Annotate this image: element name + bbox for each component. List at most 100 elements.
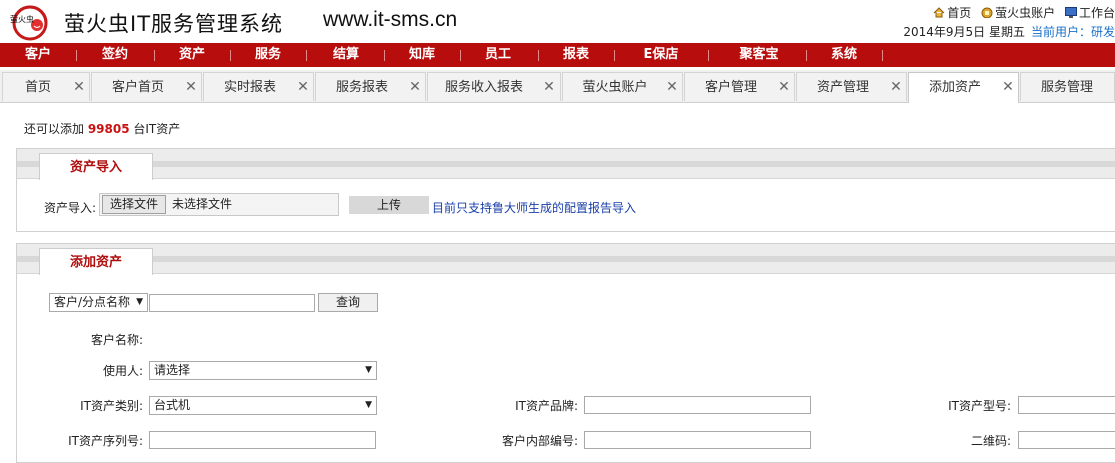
- nav-item-reports[interactable]: 报表: [554, 43, 598, 67]
- tab-strip: 首页 ✕ 客户首页 ✕ 实时报表 ✕ 服务报表 ✕ 服务收入报表 ✕ 萤火虫账户…: [0, 70, 1115, 103]
- nav-item-settlement[interactable]: 结算: [324, 43, 368, 67]
- import-panel: 资产导入: [16, 148, 1115, 232]
- home-icon: [933, 7, 945, 18]
- tab-add-asset[interactable]: 添加资产 ✕: [908, 72, 1019, 103]
- top-link-home[interactable]: 首页: [933, 6, 975, 20]
- dropdown-arrow-icon: ▼: [136, 297, 143, 307]
- quota-count: 99805: [87, 122, 130, 136]
- top-link-workbench[interactable]: 工作台: [1064, 6, 1115, 20]
- panel-header: [17, 244, 1115, 274]
- serial-label: IT资产序列号:: [68, 434, 143, 448]
- top-link-account[interactable]: 萤火虫账户: [981, 6, 1059, 20]
- qrcode-input[interactable]: [1018, 431, 1115, 449]
- close-icon[interactable]: ✕: [73, 73, 85, 102]
- nav-item-knowledge[interactable]: 知库: [400, 43, 444, 67]
- user-select[interactable]: 请选择 ▼: [149, 361, 377, 380]
- tab-label: 添加资产: [928, 80, 981, 95]
- file-picker[interactable]: 选择文件 未选择文件: [99, 193, 339, 216]
- panel-tab-add-asset[interactable]: 添加资产: [39, 248, 153, 275]
- header: 萤火虫 萤火虫IT服务管理系统 www.it-sms.cn 首页 萤火虫账户 工…: [0, 0, 1115, 44]
- tab-label: 萤火虫账户: [582, 80, 648, 95]
- top-link-account-label: 萤火虫账户: [995, 6, 1056, 20]
- tab-realtime-report[interactable]: 实时报表 ✕: [203, 72, 314, 101]
- upload-button[interactable]: 上传: [349, 196, 429, 214]
- close-icon[interactable]: ✕: [297, 73, 309, 102]
- close-icon[interactable]: ✕: [409, 73, 421, 102]
- nav-separator: [230, 50, 231, 61]
- nav-separator: [306, 50, 307, 61]
- tab-service-income-report[interactable]: 服务收入报表 ✕: [427, 72, 561, 101]
- model-input[interactable]: [1018, 396, 1115, 414]
- model-label: IT资产型号:: [948, 399, 1011, 413]
- quota-suffix: 台IT资产: [129, 122, 181, 136]
- internal-number-input[interactable]: [584, 431, 811, 449]
- site-url: www.it-sms.cn: [323, 8, 458, 31]
- close-icon[interactable]: ✕: [778, 73, 790, 102]
- tab-label: 客户首页: [111, 80, 164, 95]
- tab-home[interactable]: 首页 ✕: [2, 72, 90, 101]
- brand-label: IT资产品牌:: [515, 399, 578, 413]
- svg-text:萤火虫: 萤火虫: [10, 14, 34, 24]
- qrcode-label: 二维码:: [970, 434, 1011, 448]
- quota-prefix: 还可以添加: [24, 122, 88, 136]
- tab-label: 服务管理: [1040, 80, 1093, 95]
- select-value: 客户/分点名称: [54, 295, 131, 309]
- dropdown-arrow-icon: ▼: [365, 365, 372, 375]
- customer-name-label: 客户名称:: [90, 333, 143, 347]
- logo[interactable]: 萤火虫: [6, 2, 52, 42]
- tab-customer-management[interactable]: 客户管理 ✕: [684, 72, 795, 101]
- import-note: 目前只支持鲁大师生成的配置报告导入: [432, 201, 637, 215]
- choose-file-button[interactable]: 选择文件: [102, 195, 167, 214]
- current-date: 2014年9月5日 星期五: [903, 25, 1025, 39]
- category-label: IT资产类别:: [80, 399, 143, 413]
- nav-item-customer[interactable]: 客户: [18, 43, 58, 67]
- tab-label: 首页: [24, 80, 51, 95]
- tab-label: 客户管理: [704, 80, 757, 95]
- tab-customer-home[interactable]: 客户首页 ✕: [91, 72, 202, 101]
- nav-item-eshop[interactable]: E保店: [634, 43, 688, 67]
- close-icon[interactable]: ✕: [890, 73, 902, 102]
- tab-service-management[interactable]: 服务管理: [1020, 72, 1115, 101]
- current-user[interactable]: 研发: [1091, 25, 1115, 39]
- tab-asset-management[interactable]: 资产管理 ✕: [796, 72, 907, 101]
- serial-input[interactable]: [149, 431, 376, 449]
- nav-item-service[interactable]: 服务: [246, 43, 290, 67]
- customer-search-input[interactable]: [149, 294, 315, 312]
- select-value: 请选择: [154, 363, 191, 377]
- search-button[interactable]: 查询: [318, 293, 378, 312]
- main-nav: 客户 签约 资产 服务 结算 知库 员工 报表 E保店 聚客宝 系统: [0, 43, 1115, 67]
- nav-separator: [708, 50, 709, 61]
- nav-separator: [614, 50, 615, 61]
- current-user-label: 当前用户：: [1030, 25, 1091, 39]
- nav-item-staff[interactable]: 员工: [476, 43, 520, 67]
- close-icon[interactable]: ✕: [666, 73, 678, 102]
- tab-firefly-account[interactable]: 萤火虫账户 ✕: [562, 72, 683, 101]
- select-value: 台式机: [154, 398, 191, 412]
- close-icon[interactable]: ✕: [185, 73, 197, 102]
- nav-item-jukebao[interactable]: 聚客宝: [732, 43, 786, 67]
- asset-quota: 还可以添加 99805 台IT资产: [24, 120, 180, 137]
- customer-search-type-select[interactable]: 客户/分点名称 ▼: [49, 293, 148, 312]
- internal-number-label: 客户内部编号:: [501, 434, 578, 448]
- panel-tab-import[interactable]: 资产导入: [39, 153, 153, 180]
- nav-separator: [384, 50, 385, 61]
- top-link-home-label: 首页: [947, 6, 972, 20]
- brand-input[interactable]: [584, 396, 811, 414]
- file-status: 未选择文件: [172, 197, 233, 211]
- category-select[interactable]: 台式机 ▼: [149, 396, 377, 415]
- tab-service-report[interactable]: 服务报表 ✕: [315, 72, 426, 101]
- date-line: 2014年9月5日 星期五 当前用户：研发: [903, 23, 1115, 40]
- close-icon[interactable]: ✕: [543, 73, 555, 102]
- tab-label: 服务收入报表: [444, 80, 523, 95]
- add-asset-panel: 添加资产: [16, 243, 1115, 463]
- nav-item-assets[interactable]: 资产: [170, 43, 214, 67]
- close-icon[interactable]: ✕: [1002, 73, 1014, 102]
- tab-label: 资产管理: [816, 80, 869, 95]
- monitor-icon: [1064, 7, 1077, 18]
- nav-item-contract[interactable]: 签约: [93, 43, 137, 67]
- tab-label: 服务报表: [335, 80, 388, 95]
- user-label: 使用人:: [102, 364, 143, 378]
- nav-item-system[interactable]: 系统: [822, 43, 866, 67]
- account-icon: [981, 7, 993, 19]
- brand-title: 萤火虫IT服务管理系统: [64, 12, 284, 36]
